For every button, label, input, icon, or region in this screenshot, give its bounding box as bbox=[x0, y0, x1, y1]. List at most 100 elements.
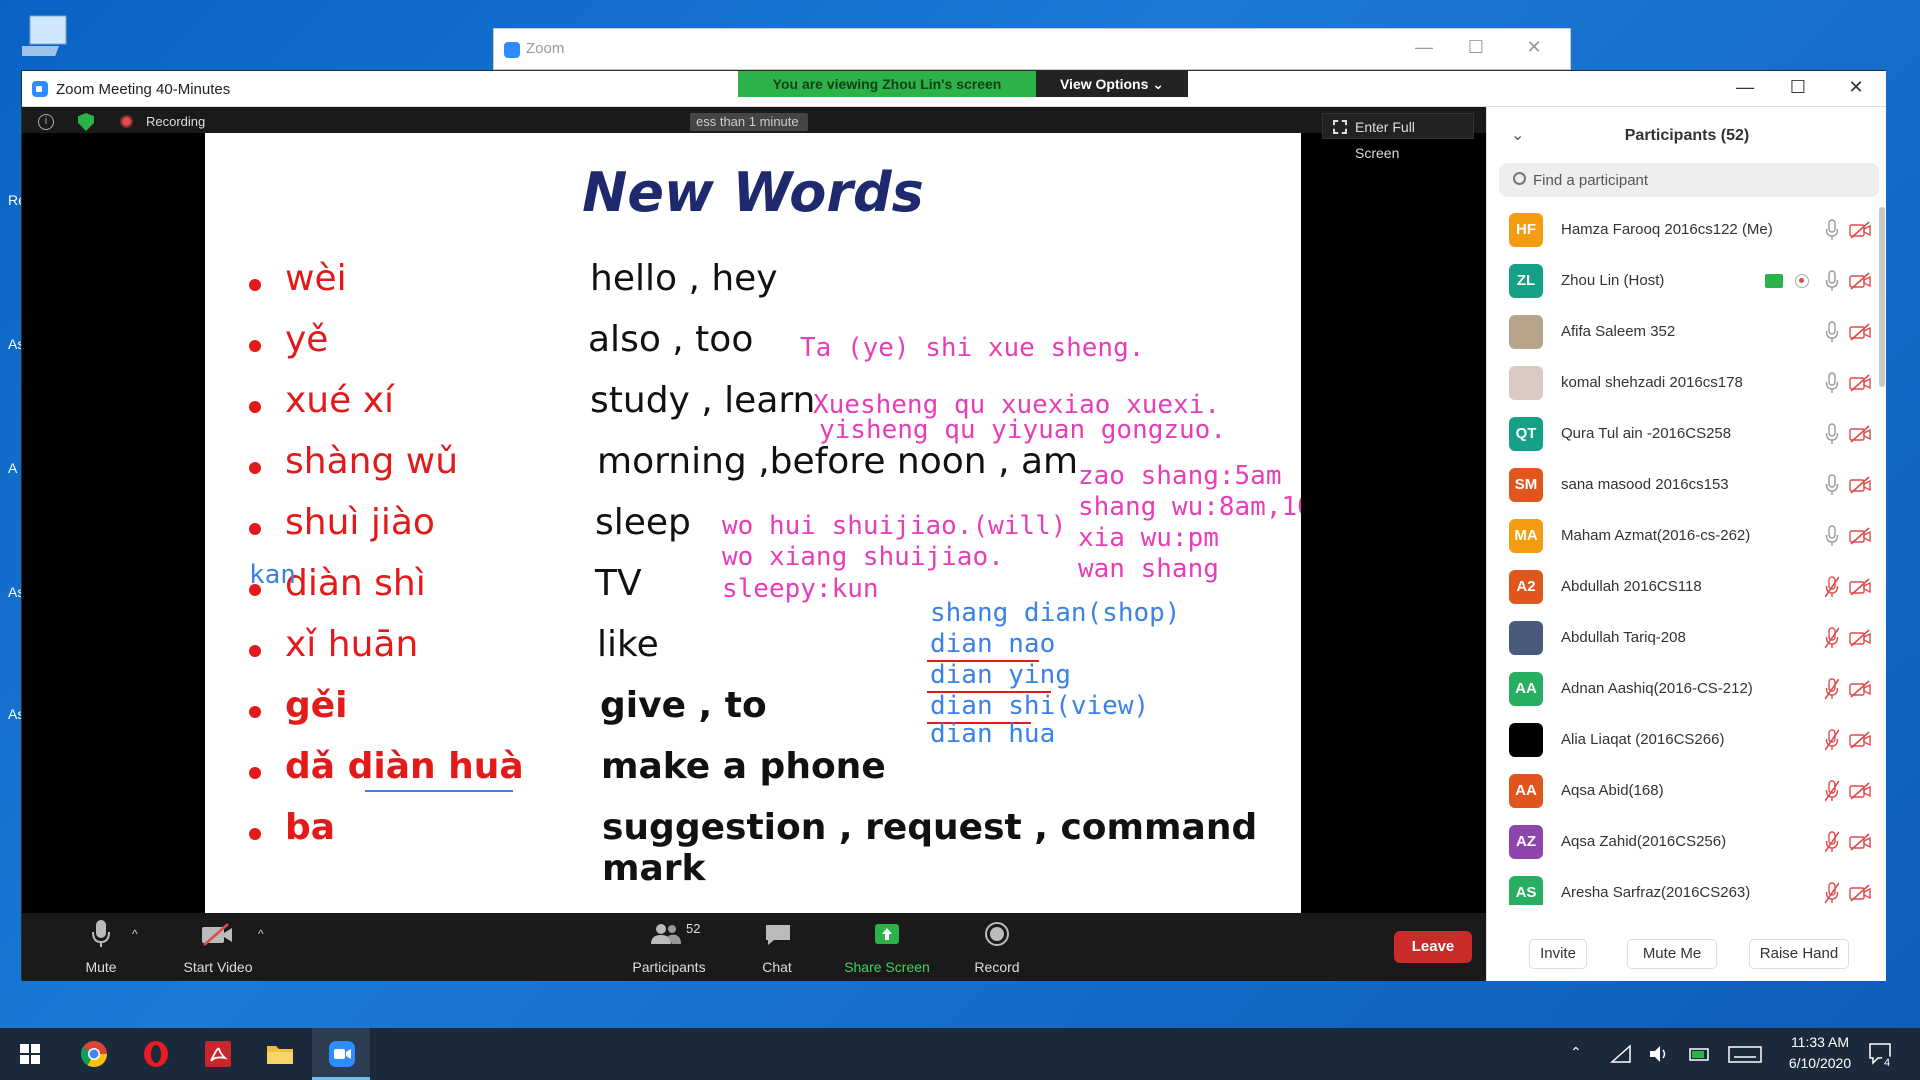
mic-muted-icon[interactable] bbox=[1825, 780, 1839, 802]
participant-row[interactable]: A2 Abdullah 2016CS118 bbox=[1487, 562, 1877, 613]
close-icon[interactable]: ✕ bbox=[1520, 37, 1548, 58]
show-hidden-icons-icon[interactable]: ⌃ bbox=[1570, 1044, 1582, 1061]
participant-row[interactable]: ZL Zhou Lin (Host) bbox=[1487, 256, 1877, 307]
keyboard-icon[interactable] bbox=[1728, 1044, 1762, 1064]
video-off-icon[interactable] bbox=[1849, 731, 1871, 749]
mic-muted-icon[interactable] bbox=[1825, 831, 1839, 853]
start-video-button[interactable]: Start Video bbox=[156, 913, 280, 981]
participant-row[interactable]: HF Hamza Farooq 2016cs122 (Me) bbox=[1487, 205, 1877, 256]
opera-icon bbox=[144, 1041, 168, 1067]
participant-scrollbar[interactable] bbox=[1879, 207, 1885, 907]
video-off-icon[interactable] bbox=[1849, 476, 1871, 494]
video-off-icon[interactable] bbox=[1849, 425, 1871, 443]
start-button[interactable] bbox=[0, 1028, 58, 1080]
participant-name: komal shehzadi 2016cs178 bbox=[1561, 374, 1743, 391]
participant-row[interactable]: SM sana masood 2016cs153 bbox=[1487, 460, 1877, 511]
mic-muted-icon[interactable] bbox=[1825, 678, 1839, 700]
taskbar-chrome[interactable] bbox=[64, 1028, 122, 1080]
participant-row[interactable]: QT Qura Tul ain -2016CS258 bbox=[1487, 409, 1877, 460]
zoom-meeting-window: Zoom Meeting 40-Minutes You are viewing … bbox=[21, 70, 1887, 981]
video-off-icon[interactable] bbox=[1849, 680, 1871, 698]
panel-footer: Invite Mute Me Raise Hand bbox=[1487, 907, 1887, 981]
meaning: also , too bbox=[588, 319, 754, 360]
video-off-icon[interactable] bbox=[1849, 323, 1871, 341]
video-off-icon[interactable] bbox=[1849, 272, 1871, 290]
zoom-background-window[interactable]: Zoom — ☐ ✕ bbox=[493, 28, 1571, 70]
panel-title: Participants (52) bbox=[1624, 127, 1750, 144]
participants-button[interactable]: 52 Participants bbox=[622, 913, 716, 981]
shield-icon[interactable] bbox=[78, 113, 94, 131]
maximize-icon[interactable]: ☐ bbox=[1462, 37, 1490, 58]
participant-row[interactable]: Alia Liaqat (2016CS266) bbox=[1487, 715, 1877, 766]
mute-button[interactable]: Mute bbox=[56, 913, 146, 981]
video-off-icon[interactable] bbox=[1849, 884, 1871, 902]
video-off-icon[interactable] bbox=[1849, 374, 1871, 392]
video-off-icon[interactable] bbox=[1849, 782, 1871, 800]
search-input[interactable] bbox=[1533, 163, 1863, 197]
chat-icon bbox=[766, 925, 790, 945]
shared-screen-area: i Recording ess than 1 minute Enter Full… bbox=[22, 107, 1486, 913]
mic-muted-icon[interactable] bbox=[1825, 882, 1839, 904]
clock-date[interactable]: 6/10/2020 bbox=[1780, 1055, 1860, 1071]
participant-row[interactable]: AZ Aqsa Zahid(2016CS256) bbox=[1487, 817, 1877, 868]
audio-options-caret-icon[interactable]: ^ bbox=[132, 927, 138, 941]
participant-row[interactable]: AS Aresha Sarfraz(2016CS263) bbox=[1487, 868, 1877, 905]
video-off-icon[interactable] bbox=[1849, 527, 1871, 545]
taskbar-acrobat[interactable] bbox=[188, 1028, 246, 1080]
minimize-icon[interactable]: — bbox=[1410, 37, 1438, 58]
video-options-caret-icon[interactable]: ^ bbox=[258, 927, 264, 941]
participant-row[interactable]: AA Aqsa Abid(168) bbox=[1487, 766, 1877, 817]
microphone-icon[interactable] bbox=[1825, 372, 1839, 394]
minimize-icon[interactable]: — bbox=[1731, 77, 1759, 98]
volume-icon[interactable] bbox=[1648, 1044, 1670, 1064]
participant-row[interactable]: MA Maham Azmat(2016-cs-262) bbox=[1487, 511, 1877, 562]
battery-icon[interactable] bbox=[1688, 1044, 1712, 1064]
clock-time[interactable]: 11:33 AM bbox=[1780, 1034, 1860, 1050]
microphone-icon[interactable] bbox=[1825, 474, 1839, 496]
presentation-slide: New Words wèi hello , hey yě also , too … bbox=[205, 133, 1301, 913]
mic-muted-icon[interactable] bbox=[1825, 627, 1839, 649]
raise-hand-button[interactable]: Raise Hand bbox=[1749, 939, 1849, 969]
record-button[interactable]: Record bbox=[954, 913, 1040, 981]
enter-full-screen-button[interactable]: Enter Full Screen bbox=[1322, 113, 1474, 161]
this-pc-icon[interactable] bbox=[9, 10, 76, 64]
taskbar-zoom[interactable] bbox=[312, 1028, 370, 1080]
microphone-icon[interactable] bbox=[1825, 525, 1839, 547]
leave-button[interactable]: Leave bbox=[1394, 931, 1472, 963]
view-options-button[interactable]: View Options ⌄ bbox=[1036, 71, 1188, 97]
record-icon bbox=[985, 922, 1009, 946]
microphone-icon[interactable] bbox=[1825, 423, 1839, 445]
participant-row[interactable]: komal shehzadi 2016cs178 bbox=[1487, 358, 1877, 409]
mic-muted-icon[interactable] bbox=[1825, 729, 1839, 751]
avatar bbox=[1509, 621, 1543, 655]
participant-row[interactable]: Abdullah Tariq-208 bbox=[1487, 613, 1877, 664]
microphone-icon[interactable] bbox=[1825, 219, 1839, 241]
info-icon[interactable]: i bbox=[38, 114, 54, 130]
annotation: kan bbox=[249, 560, 296, 590]
microphone-icon[interactable] bbox=[1825, 321, 1839, 343]
video-off-icon[interactable] bbox=[1849, 833, 1871, 851]
participant-row[interactable]: AA Adnan Aashiq(2016-CS-212) bbox=[1487, 664, 1877, 715]
windows-taskbar: ⌃ 11:33 AM 6/10/2020 4 bbox=[0, 1028, 1920, 1080]
mic-muted-icon[interactable] bbox=[1825, 576, 1839, 598]
invite-button[interactable]: Invite bbox=[1529, 939, 1587, 969]
video-off-icon[interactable] bbox=[1849, 578, 1871, 596]
close-icon[interactable]: ✕ bbox=[1842, 77, 1870, 98]
meaning: like bbox=[597, 624, 659, 665]
participant-row[interactable]: Afifa Saleem 352 bbox=[1487, 307, 1877, 358]
mute-me-button[interactable]: Mute Me bbox=[1627, 939, 1717, 969]
taskbar-opera[interactable] bbox=[126, 1028, 184, 1080]
avatar bbox=[1509, 723, 1543, 757]
maximize-icon[interactable]: ☐ bbox=[1784, 77, 1812, 98]
taskbar-file-explorer[interactable] bbox=[250, 1028, 308, 1080]
video-off-icon[interactable] bbox=[1849, 629, 1871, 647]
wifi-icon[interactable] bbox=[1610, 1044, 1632, 1064]
annotation: Ta (ye) shi xue sheng. bbox=[800, 333, 1145, 363]
panel-header: ⌄ Participants (52) bbox=[1487, 107, 1887, 163]
scrollbar-thumb[interactable] bbox=[1879, 207, 1885, 387]
share-screen-button[interactable]: Share Screen bbox=[834, 913, 940, 981]
pinyin: xǐ huān bbox=[285, 624, 419, 665]
microphone-icon[interactable] bbox=[1825, 270, 1839, 292]
video-off-icon[interactable] bbox=[1849, 221, 1871, 239]
chat-button[interactable]: Chat bbox=[740, 913, 814, 981]
